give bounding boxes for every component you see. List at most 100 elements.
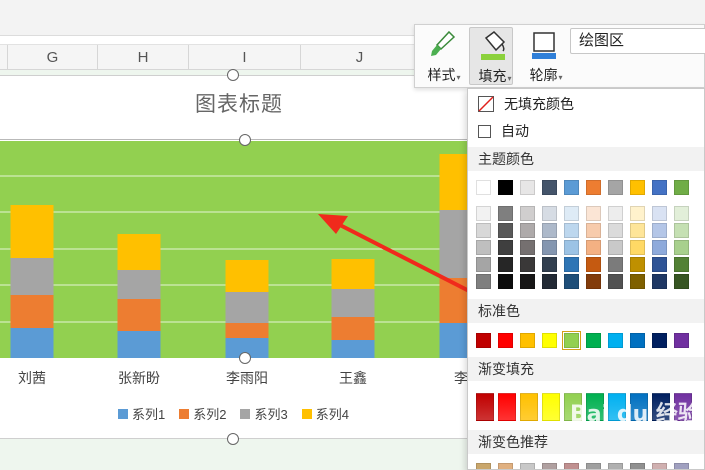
theme-shade-swatch[interactable] <box>476 257 491 272</box>
standard-color-swatch[interactable] <box>498 333 513 348</box>
theme-shade-swatch[interactable] <box>630 257 645 272</box>
standard-color-swatch[interactable] <box>586 333 601 348</box>
gradient-swatch[interactable] <box>542 393 560 421</box>
theme-shade-swatch[interactable] <box>630 206 645 221</box>
gradient-recommend-header: 渐变色推荐 <box>468 430 704 454</box>
theme-shade-swatch[interactable] <box>608 257 623 272</box>
auto-checkbox[interactable] <box>478 124 491 138</box>
theme-color-swatch[interactable] <box>630 180 645 195</box>
gradient-fill-header: 渐变填充 <box>468 357 704 381</box>
theme-shade-swatch[interactable] <box>652 223 667 238</box>
theme-shade-swatch[interactable] <box>542 240 557 255</box>
gradient-recommend-swatch[interactable] <box>608 463 623 469</box>
theme-shade-swatch[interactable] <box>564 206 579 221</box>
gradient-recommend-swatch[interactable] <box>674 463 689 469</box>
style-button[interactable]: 样式▾ <box>419 27 463 85</box>
theme-shade-swatch[interactable] <box>630 240 645 255</box>
gradient-recommend-swatch[interactable] <box>498 463 513 469</box>
standard-colors-header: 标准色 <box>468 299 704 323</box>
theme-shade-swatch[interactable] <box>476 206 491 221</box>
theme-shade-swatch[interactable] <box>674 206 689 221</box>
theme-shade-swatch[interactable] <box>476 240 491 255</box>
theme-shade-swatch[interactable] <box>520 206 535 221</box>
theme-shade-swatch[interactable] <box>476 223 491 238</box>
theme-shade-swatch[interactable] <box>674 257 689 272</box>
gradient-swatch[interactable] <box>498 393 516 421</box>
theme-shade-swatch[interactable] <box>630 223 645 238</box>
theme-shade-swatch[interactable] <box>498 206 513 221</box>
no-fill-option[interactable]: 无填充颜色 <box>478 94 574 114</box>
theme-shade-swatch[interactable] <box>608 274 623 289</box>
theme-shade-swatch[interactable] <box>498 274 513 289</box>
theme-shade-swatch[interactable] <box>498 257 513 272</box>
gradient-swatch[interactable] <box>476 393 494 421</box>
theme-shade-swatch[interactable] <box>498 223 513 238</box>
standard-color-swatch[interactable] <box>674 333 689 348</box>
theme-shade-swatch[interactable] <box>498 240 513 255</box>
theme-color-swatch[interactable] <box>498 180 513 195</box>
gradient-recommend-swatch[interactable] <box>652 463 667 469</box>
standard-color-swatch[interactable] <box>476 333 491 348</box>
theme-shade-swatch[interactable] <box>674 240 689 255</box>
theme-color-swatch[interactable] <box>586 180 601 195</box>
theme-color-swatch[interactable] <box>674 180 689 195</box>
theme-shade-swatch[interactable] <box>586 240 601 255</box>
brush-icon <box>431 30 456 56</box>
theme-shade-swatch[interactable] <box>542 257 557 272</box>
standard-color-swatch[interactable] <box>520 333 535 348</box>
theme-shade-swatch[interactable] <box>608 206 623 221</box>
theme-shade-swatch[interactable] <box>586 223 601 238</box>
theme-shade-swatch[interactable] <box>520 240 535 255</box>
theme-shade-swatch[interactable] <box>652 206 667 221</box>
theme-shade-swatch[interactable] <box>630 274 645 289</box>
theme-shade-swatch[interactable] <box>520 274 535 289</box>
outline-button[interactable]: 轮廓▾ <box>521 27 565 85</box>
theme-shade-swatch[interactable] <box>564 274 579 289</box>
theme-color-swatch[interactable] <box>476 180 491 195</box>
auto-option[interactable]: 自动 <box>478 121 529 141</box>
theme-shade-swatch[interactable] <box>586 206 601 221</box>
theme-shade-swatch[interactable] <box>564 223 579 238</box>
theme-shade-swatch[interactable] <box>674 274 689 289</box>
gradient-recommend-swatch[interactable] <box>564 463 579 469</box>
standard-color-swatch[interactable] <box>652 333 667 348</box>
gradient-recommend-swatch[interactable] <box>520 463 535 469</box>
theme-shade-swatch[interactable] <box>608 240 623 255</box>
theme-shade-swatch[interactable] <box>542 274 557 289</box>
gradient-recommend-swatch[interactable] <box>542 463 557 469</box>
theme-color-swatch[interactable] <box>542 180 557 195</box>
fill-button[interactable]: 填充▾ <box>469 27 513 85</box>
theme-color-swatch[interactable] <box>520 180 535 195</box>
theme-shade-swatch[interactable] <box>564 257 579 272</box>
theme-shade-swatch[interactable] <box>542 206 557 221</box>
theme-shade-swatch[interactable] <box>520 257 535 272</box>
theme-shade-swatch[interactable] <box>476 274 491 289</box>
outline-icon <box>532 32 556 59</box>
no-fill-icon <box>478 96 494 112</box>
theme-color-swatch[interactable] <box>608 180 623 195</box>
theme-shade-swatch[interactable] <box>652 257 667 272</box>
gradient-recommend-swatch[interactable] <box>630 463 645 469</box>
paint-bucket-icon <box>481 31 506 60</box>
theme-shade-swatch[interactable] <box>586 274 601 289</box>
standard-color-swatch[interactable] <box>562 331 581 350</box>
gradient-swatch[interactable] <box>520 393 538 421</box>
theme-color-swatch[interactable] <box>652 180 667 195</box>
theme-color-swatch[interactable] <box>564 180 579 195</box>
theme-shade-swatch[interactable] <box>586 257 601 272</box>
gradient-recommend-swatch[interactable] <box>476 463 491 469</box>
theme-shade-swatch[interactable] <box>564 240 579 255</box>
standard-color-swatch[interactable] <box>542 333 557 348</box>
watermark: Bai du 经验 <box>570 402 700 427</box>
gradient-recommend-swatch[interactable] <box>586 463 601 469</box>
theme-shade-swatch[interactable] <box>674 223 689 238</box>
theme-shade-swatch[interactable] <box>652 274 667 289</box>
theme-shade-swatch[interactable] <box>520 223 535 238</box>
theme-shade-swatch[interactable] <box>608 223 623 238</box>
fill-label: 填充 <box>478 68 507 84</box>
chart-element-select[interactable]: 绘图区 <box>570 28 705 54</box>
theme-shade-swatch[interactable] <box>652 240 667 255</box>
standard-color-swatch[interactable] <box>608 333 623 348</box>
theme-shade-swatch[interactable] <box>542 223 557 238</box>
standard-color-swatch[interactable] <box>630 333 645 348</box>
